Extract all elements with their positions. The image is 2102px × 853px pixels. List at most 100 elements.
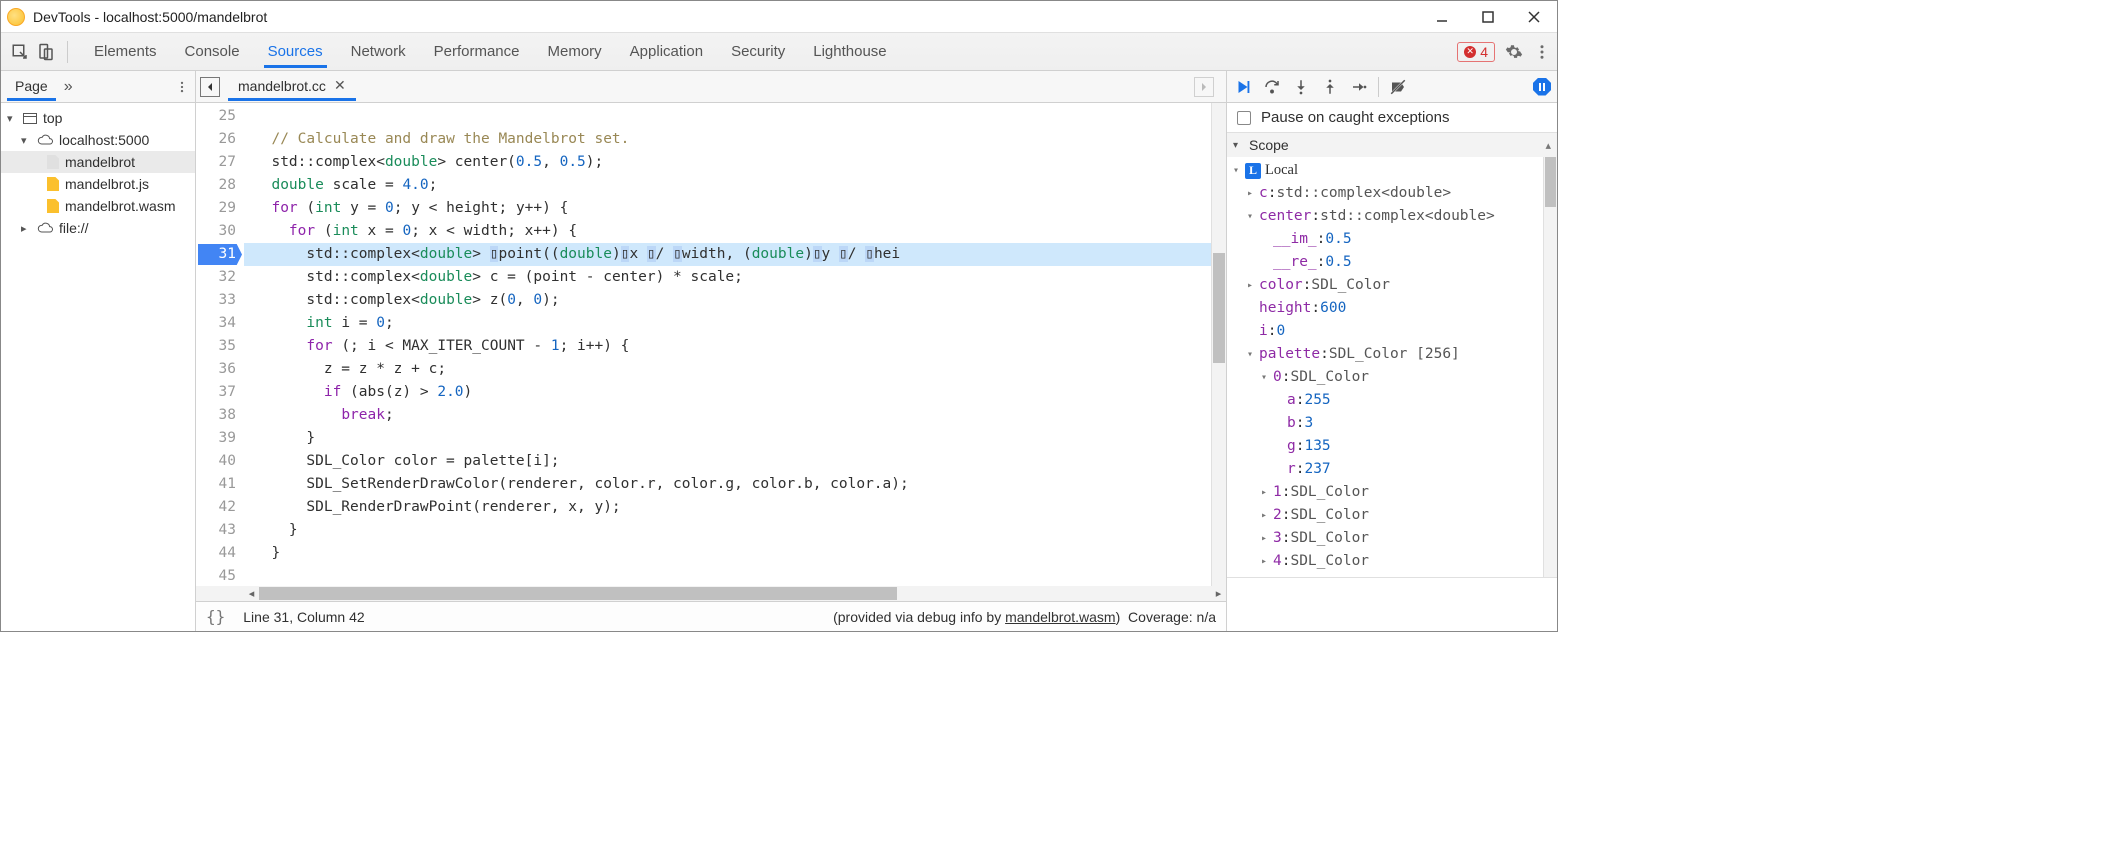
step-over-button[interactable] bbox=[1262, 77, 1282, 97]
provenance-link[interactable]: mandelbrot.wasm bbox=[1005, 609, 1116, 625]
code-line[interactable]: } bbox=[244, 427, 1211, 450]
vertical-scrollbar[interactable] bbox=[1543, 157, 1557, 577]
line-number[interactable]: 40 bbox=[196, 450, 236, 473]
code-line[interactable]: std::complex<double> ▯point((double)▯x ▯… bbox=[244, 243, 1211, 266]
panel-tab-application[interactable]: Application bbox=[626, 35, 707, 68]
sidebar-more-icon[interactable] bbox=[175, 80, 189, 94]
tree-file[interactable]: mandelbrot.wasm bbox=[1, 195, 195, 217]
scope-var-field[interactable]: a: 255 bbox=[1233, 389, 1557, 412]
horizontal-scrollbar[interactable]: ◂ ▸ bbox=[196, 586, 1226, 601]
scope-var[interactable]: ▸color: SDL_Color bbox=[1233, 274, 1557, 297]
code-line[interactable]: // Calculate and draw the Mandelbrot set… bbox=[244, 128, 1211, 151]
code-line[interactable]: for (int y = 0; y < height; y++) { bbox=[244, 197, 1211, 220]
step-button[interactable] bbox=[1349, 77, 1369, 97]
error-badge[interactable]: ✕ 4 bbox=[1457, 42, 1495, 62]
scope-var[interactable]: ▾palette: SDL_Color [256] bbox=[1233, 343, 1557, 366]
line-number[interactable]: 44 bbox=[196, 542, 236, 565]
line-number[interactable]: 29 bbox=[196, 197, 236, 220]
code-line[interactable]: double scale = 4.0; bbox=[244, 174, 1211, 197]
line-number[interactable]: 35 bbox=[196, 335, 236, 358]
history-forward-button[interactable] bbox=[1194, 77, 1214, 97]
step-into-button[interactable] bbox=[1291, 77, 1311, 97]
line-number[interactable]: 43 bbox=[196, 519, 236, 542]
maximize-button[interactable] bbox=[1465, 1, 1511, 33]
tree-host[interactable]: ▾ localhost:5000 bbox=[1, 129, 195, 151]
minimize-button[interactable] bbox=[1419, 1, 1465, 33]
scrollbar-thumb[interactable] bbox=[1545, 157, 1556, 207]
scope-local-header[interactable]: ▾LLocal bbox=[1233, 159, 1557, 182]
tree-file[interactable]: mandelbrot.js bbox=[1, 173, 195, 195]
inspect-element-icon[interactable] bbox=[7, 39, 33, 65]
line-number[interactable]: 34 bbox=[196, 312, 236, 335]
close-button[interactable] bbox=[1511, 1, 1557, 33]
line-number[interactable]: 26 bbox=[196, 128, 236, 151]
scope-var[interactable]: ▸c: std::complex<double> bbox=[1233, 182, 1557, 205]
code-line[interactable]: z = z * z + c; bbox=[244, 358, 1211, 381]
scope-var-field[interactable]: g: 135 bbox=[1233, 435, 1557, 458]
line-number[interactable]: 39 bbox=[196, 427, 236, 450]
close-tab-icon[interactable]: ✕ bbox=[334, 77, 346, 94]
code-line[interactable]: for (; i < MAX_ITER_COUNT - 1; i++) { bbox=[244, 335, 1211, 358]
scope-var-field[interactable]: __im_: 0.5 bbox=[1233, 228, 1557, 251]
line-number[interactable]: 28 bbox=[196, 174, 236, 197]
line-number[interactable]: 32 bbox=[196, 266, 236, 289]
device-toolbar-icon[interactable] bbox=[33, 39, 59, 65]
scope-var-item[interactable]: ▸4: SDL_Color bbox=[1233, 550, 1557, 573]
line-number[interactable]: 41 bbox=[196, 473, 236, 496]
panel-tab-lighthouse[interactable]: Lighthouse bbox=[809, 35, 890, 68]
history-back-button[interactable] bbox=[200, 77, 220, 97]
resume-button[interactable] bbox=[1233, 77, 1253, 97]
panel-tab-elements[interactable]: Elements bbox=[90, 35, 161, 68]
tree-file[interactable]: mandelbrot bbox=[1, 151, 195, 173]
tree-top-frame[interactable]: ▾ top bbox=[1, 107, 195, 129]
code-line[interactable]: SDL_SetRenderDrawColor(renderer, color.r… bbox=[244, 473, 1211, 496]
pretty-print-icon[interactable]: {} bbox=[206, 607, 225, 626]
scope-var-field[interactable]: b: 3 bbox=[1233, 412, 1557, 435]
line-number[interactable]: 27 bbox=[196, 151, 236, 174]
scope-var[interactable]: ▾center: std::complex<double> bbox=[1233, 205, 1557, 228]
line-number[interactable]: 30 bbox=[196, 220, 236, 243]
scope-var-item[interactable]: ▸3: SDL_Color bbox=[1233, 527, 1557, 550]
vertical-scrollbar[interactable] bbox=[1211, 103, 1226, 586]
line-number[interactable]: 37 bbox=[196, 381, 236, 404]
scrollbar-thumb[interactable] bbox=[259, 587, 897, 600]
scope-var[interactable]: i: 0 bbox=[1233, 320, 1557, 343]
scroll-left-icon[interactable]: ◂ bbox=[244, 587, 259, 600]
panel-tab-security[interactable]: Security bbox=[727, 35, 789, 68]
scope-var-item[interactable]: ▸2: SDL_Color bbox=[1233, 504, 1557, 527]
code-line[interactable]: } bbox=[244, 542, 1211, 565]
code-line[interactable]: } bbox=[244, 519, 1211, 542]
code-line[interactable]: std::complex<double> c = (point - center… bbox=[244, 266, 1211, 289]
scrollbar-thumb[interactable] bbox=[1213, 253, 1225, 363]
pause-on-exceptions-icon[interactable] bbox=[1533, 78, 1551, 96]
line-number[interactable]: 25 bbox=[196, 105, 236, 128]
code-line[interactable]: int i = 0; bbox=[244, 312, 1211, 335]
code-line[interactable]: SDL_RenderDrawPoint(renderer, x, y); bbox=[244, 496, 1211, 519]
line-number[interactable]: 33 bbox=[196, 289, 236, 312]
panel-tab-performance[interactable]: Performance bbox=[430, 35, 524, 68]
scope-section-header[interactable]: ▾ Scope ▴ bbox=[1227, 133, 1557, 157]
code-line[interactable]: std::complex<double> center(0.5, 0.5); bbox=[244, 151, 1211, 174]
code-line[interactable] bbox=[244, 565, 1211, 586]
pause-caught-row[interactable]: Pause on caught exceptions bbox=[1227, 103, 1557, 133]
step-out-button[interactable] bbox=[1320, 77, 1340, 97]
sidebar-overflow-icon[interactable]: » bbox=[64, 78, 73, 96]
code-line[interactable]: SDL_Color color = palette[i]; bbox=[244, 450, 1211, 473]
code-line[interactable]: break; bbox=[244, 404, 1211, 427]
scope-var[interactable]: height: 600 bbox=[1233, 297, 1557, 320]
scope-var-item[interactable]: ▸1: SDL_Color bbox=[1233, 481, 1557, 504]
line-number[interactable]: 38 bbox=[196, 404, 236, 427]
panel-tab-network[interactable]: Network bbox=[347, 35, 410, 68]
editor-file-tab[interactable]: mandelbrot.cc ✕ bbox=[228, 72, 356, 101]
line-number[interactable]: 36 bbox=[196, 358, 236, 381]
line-number[interactable]: 31 bbox=[196, 243, 236, 266]
code-line[interactable]: for (int x = 0; x < width; x++) { bbox=[244, 220, 1211, 243]
code-area[interactable]: // Calculate and draw the Mandelbrot set… bbox=[244, 103, 1211, 586]
more-menu-icon[interactable] bbox=[1533, 43, 1551, 61]
code-line[interactable]: if (abs(z) > 2.0) bbox=[244, 381, 1211, 404]
line-number[interactable]: 42 bbox=[196, 496, 236, 519]
line-number-gutter[interactable]: 2526272829303132333435363738394041424344… bbox=[196, 103, 244, 586]
scope-var-field[interactable]: r: 237 bbox=[1233, 458, 1557, 481]
scope-var-item[interactable]: ▾0: SDL_Color bbox=[1233, 366, 1557, 389]
panel-tab-memory[interactable]: Memory bbox=[544, 35, 606, 68]
